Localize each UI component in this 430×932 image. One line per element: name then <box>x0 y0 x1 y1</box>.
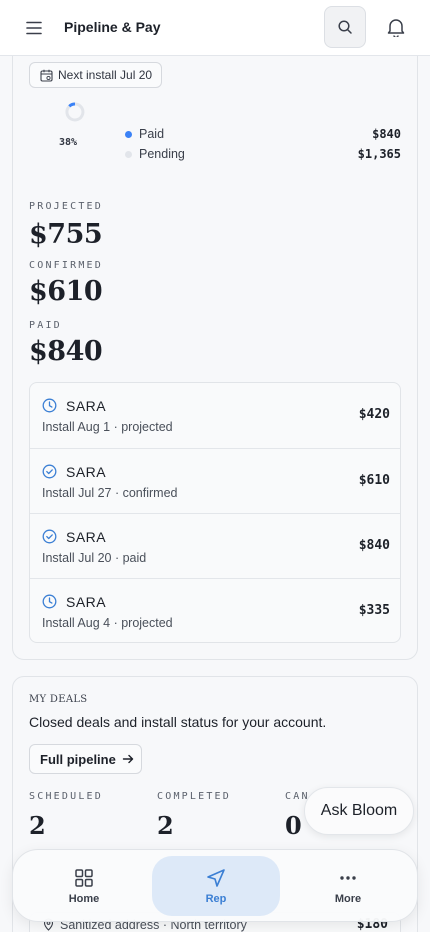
nav-rep[interactable]: Rep <box>152 856 280 916</box>
scheduled-value: 2 <box>29 811 46 840</box>
install-row[interactable]: SARA Install Aug 1 · projected $420 <box>30 383 400 448</box>
donut-paid-segment <box>68 102 76 108</box>
cancelled-value: 0 <box>285 811 302 840</box>
menu-button[interactable] <box>18 14 50 42</box>
next-install-label: Next install Jul 20 <box>58 68 153 82</box>
pending-dot <box>125 150 132 158</box>
check-circle-icon <box>42 529 57 544</box>
app-header: Pipeline & Pay <box>0 0 430 56</box>
install-row[interactable]: SARA Install Jul 27 · confirmed $610 <box>30 448 400 513</box>
install-row[interactable]: SARA Install Aug 4 · projected $335 <box>30 578 400 642</box>
paid-value: $840 <box>29 336 103 367</box>
legend-paid-value: $840 <box>372 127 401 141</box>
calendar-icon <box>40 69 53 82</box>
section-title: MY DEALS <box>29 694 88 705</box>
search-button[interactable] <box>324 6 366 48</box>
paid-dot <box>125 130 132 138</box>
install-detail: Install Jul 27 · confirmed <box>42 486 178 500</box>
legend-paid: Paid $840 <box>125 125 401 143</box>
install-list: SARA Install Aug 1 · projected $420 SARA… <box>29 382 401 643</box>
install-customer: SARA <box>66 594 107 610</box>
section-description: Closed deals and install status for your… <box>29 714 327 730</box>
nav-more-label: More <box>334 893 362 905</box>
install-row[interactable]: SARA Install Jul 20 · paid $840 <box>30 513 400 578</box>
scheduled-label: SCHEDULED <box>29 791 103 802</box>
install-amount: $335 <box>358 603 390 618</box>
notifications-button[interactable] <box>380 9 412 45</box>
install-detail: Install Aug 1 · projected <box>42 420 173 434</box>
arrow-right-icon <box>122 754 134 764</box>
next-install-badge: Next install Jul 20 <box>29 62 163 88</box>
full-pipeline-button[interactable]: Full pipeline <box>29 744 142 774</box>
bottom-navigation: Home Rep More <box>12 849 418 922</box>
projected-label: PROJECTED <box>29 201 103 212</box>
navigation-icon <box>205 867 227 889</box>
check-circle-icon <box>42 464 57 479</box>
install-customer: SARA <box>66 398 107 414</box>
legend-pending-label: Pending <box>139 147 185 161</box>
completed-label: COMPLETED <box>157 791 231 802</box>
install-customer: SARA <box>66 464 107 480</box>
full-pipeline-label: Full pipeline <box>40 751 116 767</box>
install-customer: SARA <box>66 529 107 545</box>
menu-icon <box>26 21 42 35</box>
install-amount: $420 <box>358 407 390 422</box>
confirmed-value: $610 <box>29 276 103 307</box>
nav-home[interactable]: Home <box>20 856 148 916</box>
ask-bloom-button[interactable]: Ask Bloom <box>304 787 414 835</box>
grid-icon <box>73 867 95 889</box>
clock-icon <box>42 398 57 413</box>
projected-value: $755 <box>29 219 103 250</box>
search-icon <box>338 20 352 34</box>
paid-percent-label: 38% <box>59 137 78 148</box>
clock-icon <box>42 594 57 609</box>
install-amount: $610 <box>358 473 390 488</box>
paid-donut-chart <box>65 102 85 122</box>
nav-rep-label: Rep <box>205 893 227 905</box>
nav-more[interactable]: More <box>284 856 412 916</box>
confirmed-label: CONFIRMED <box>29 260 103 271</box>
install-detail: Install Jul 20 · paid <box>42 551 147 565</box>
donut-pending-segment <box>65 102 85 122</box>
bell-icon <box>387 19 405 37</box>
paid-label: PAID <box>29 320 62 331</box>
completed-value: 2 <box>157 811 174 840</box>
more-icon <box>337 867 359 889</box>
install-detail: Install Aug 4 · projected <box>42 616 173 630</box>
legend-pending: Pending $1,365 <box>125 145 401 163</box>
legend-paid-label: Paid <box>139 127 165 141</box>
page-title: Pipeline & Pay <box>64 19 161 35</box>
nav-home-label: Home <box>68 893 100 905</box>
legend-pending-value: $1,365 <box>357 147 401 161</box>
install-amount: $840 <box>358 538 390 553</box>
